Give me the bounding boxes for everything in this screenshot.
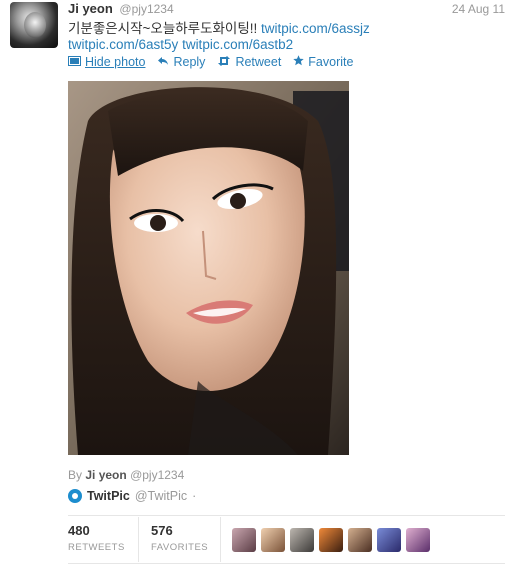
stats-separator [138,517,139,562]
stats-divider-top [68,515,505,516]
favorites-count: 576 [151,523,173,538]
favorites-label: FAVORITES [151,542,209,553]
reply-button[interactable]: Reply [157,55,205,69]
favoriter-avatar[interactable] [406,528,430,552]
twitpic-link-1[interactable]: twitpic.com/6assjz [261,21,370,36]
user-name[interactable]: Ji yeon [68,1,113,16]
retweet-button[interactable]: Retweet [217,55,281,69]
favoriter-avatar[interactable] [290,528,314,552]
provider-handle[interactable]: @TwitPic [135,489,187,503]
selfie-image [68,81,349,455]
photo-attribution: By Ji yeon @pjy1234 [68,468,185,482]
tweet-text-line-1: 기분좋은시작~오늘하루도화이팅!! twitpic.com/6assjz [68,17,370,37]
tweet-actions: Hide photo Reply Retweet Favorite [68,55,353,69]
favorites-stat[interactable]: 576 FAVORITES [151,523,208,553]
favoriter-avatar[interactable] [377,528,401,552]
user-handle[interactable]: @pjy1234 [119,2,173,16]
tweet-text: 기분좋은시작~오늘하루도화이팅!! [68,21,262,36]
twitpic-link-2[interactable]: twitpic.com/6ast5y [68,37,178,52]
attribution-handle[interactable]: @pjy1234 [130,468,184,482]
attribution-name[interactable]: Ji yeon [85,468,126,482]
provider-dot: · [192,489,197,503]
stats-divider-bottom [68,563,505,564]
tweet-photo[interactable] [68,81,349,455]
favoriter-avatar[interactable] [261,528,285,552]
favoriter-avatar[interactable] [348,528,372,552]
stats-separator-2 [220,517,221,562]
favoriter-avatar[interactable] [232,528,256,552]
twitpic-link-3[interactable]: twitpic.com/6astb2 [182,37,293,52]
tweet-date[interactable]: 24 Aug 11 [452,2,505,16]
tweet-header: Ji yeon @pjy1234 [68,1,174,16]
hide-photo-button[interactable]: Hide photo [68,55,145,69]
photo-icon [68,55,81,69]
retweets-label: RETWEETS [68,542,125,553]
retweet-icon [217,55,231,69]
favoriter-avatar[interactable] [319,528,343,552]
avatar[interactable] [10,2,58,48]
reply-icon [157,55,169,69]
star-icon [293,55,304,69]
twitpic-logo-icon[interactable] [68,489,82,503]
retweets-count: 480 [68,523,90,538]
favorite-button[interactable]: Favorite [293,55,353,69]
media-provider: TwitPic @TwitPic · [68,489,196,503]
retweets-stat[interactable]: 480 RETWEETS [68,523,125,553]
provider-name[interactable]: TwitPic [87,489,130,503]
tweet-text-line-2: twitpic.com/6ast5y twitpic.com/6astb2 [68,37,293,52]
